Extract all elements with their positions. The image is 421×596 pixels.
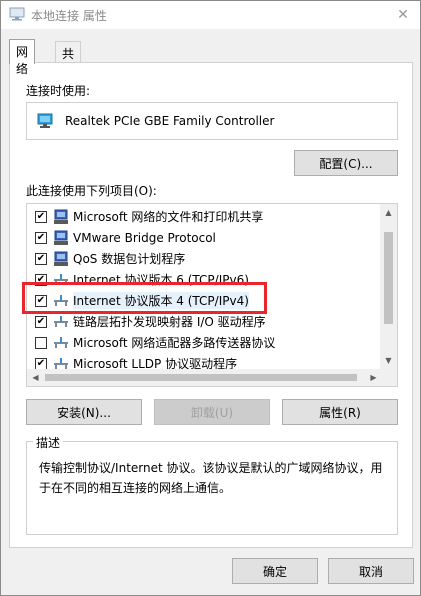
items-label: 此连接使用下列项目(O):: [26, 184, 157, 198]
list-item[interactable]: ✔ Internet 协议版本 6 (TCP/IPv6): [27, 269, 382, 290]
properties-button[interactable]: 属性(R): [282, 399, 398, 425]
network-client-icon: [53, 230, 69, 246]
connect-using-label: 连接时使用:: [26, 84, 91, 98]
item-label: Microsoft 网络适配器多路传送器协议: [73, 336, 276, 350]
protocol-icon: [53, 335, 69, 351]
item-checkbox[interactable]: ✔: [35, 231, 47, 244]
item-checkbox[interactable]: ✔: [35, 252, 47, 265]
tab-network[interactable]: 网络: [9, 39, 36, 76]
list-item[interactable]: Microsoft 网络适配器多路传送器协议: [27, 332, 382, 353]
scroll-down-icon[interactable]: ▼: [380, 352, 397, 369]
item-label: QoS 数据包计划程序: [73, 252, 186, 266]
network-tab-panel: 连接时使用: Realtek PCIe GBE Family Controlle…: [9, 62, 413, 548]
close-icon: ✕: [397, 7, 409, 23]
item-checkbox[interactable]: ✔: [35, 210, 47, 223]
uninstall-button[interactable]: 卸载(U): [154, 399, 270, 425]
close-button[interactable]: ✕: [386, 1, 420, 29]
description-title: 描述: [33, 434, 64, 451]
description-group: 描述 传输控制协议/Internet 协议。该协议是默认的广域网络协议，用于在不…: [26, 434, 398, 535]
list-item[interactable]: ✔ QoS 数据包计划程序: [27, 248, 382, 269]
cancel-button[interactable]: 取消: [328, 558, 414, 584]
item-checkbox[interactable]: [35, 336, 47, 349]
protocol-icon: [53, 293, 69, 309]
title-bar: 本地连接 属性 ✕: [1, 1, 420, 29]
network-adapter-icon: [37, 113, 53, 128]
list-item[interactable]: ✔ Microsoft 网络的文件和打印机共享: [27, 206, 382, 227]
item-label: Microsoft 网络的文件和打印机共享: [73, 210, 264, 224]
tab-sharing[interactable]: 共享: [55, 41, 82, 78]
properties-dialog: 本地连接 属性 ✕ 网络 共享 连接时使用: Realtek PCIe GBE …: [0, 0, 421, 596]
item-checkbox[interactable]: ✔: [35, 294, 47, 307]
window-title: 本地连接 属性: [31, 9, 107, 23]
install-button[interactable]: 安装(N)...: [26, 399, 142, 425]
protocol-icon: [53, 272, 69, 288]
adapter-box: Realtek PCIe GBE Family Controller: [26, 102, 398, 140]
scroll-left-icon[interactable]: ◀: [27, 369, 44, 386]
list-item[interactable]: ✔ VMware Bridge Protocol: [27, 227, 382, 248]
list-item[interactable]: ✔ Internet 协议版本 4 (TCP/IPv4): [27, 290, 382, 311]
horizontal-scroll-thumb[interactable]: [45, 374, 357, 381]
list-item[interactable]: ✔ 链路层拓扑发现映射器 I/O 驱动程序: [27, 311, 382, 332]
vertical-scroll-thumb[interactable]: [384, 232, 393, 324]
item-checkbox[interactable]: ✔: [35, 315, 47, 328]
configure-button[interactable]: 配置(C)...: [294, 150, 398, 176]
ok-button[interactable]: 确定: [232, 558, 318, 584]
scroll-up-icon[interactable]: ▲: [380, 204, 397, 221]
item-label: 链路层拓扑发现映射器 I/O 驱动程序: [73, 315, 266, 329]
items-list-rows: ✔ Microsoft 网络的文件和打印机共享 ✔ VMware Bridge Pro…: [27, 206, 382, 374]
item-label: Internet 协议版本 6 (TCP/IPv6): [73, 273, 249, 287]
item-label: VMware Bridge Protocol: [73, 230, 216, 245]
items-list[interactable]: ✔ Microsoft 网络的文件和打印机共享 ✔ VMware Bridge Pro…: [26, 203, 398, 387]
network-client-icon: [53, 251, 69, 267]
description-text: 传输控制协议/Internet 协议。该协议是默认的广域网络协议，用于在不同的相…: [39, 461, 383, 495]
adapter-name: Realtek PCIe GBE Family Controller: [65, 114, 275, 128]
horizontal-scrollbar[interactable]: ◀ ▶: [27, 369, 382, 386]
protocol-icon: [53, 314, 69, 330]
vertical-scrollbar[interactable]: ▲ ▼: [380, 204, 397, 369]
scrollbar-corner: [380, 369, 397, 386]
item-checkbox[interactable]: ✔: [35, 357, 47, 370]
network-client-icon: [53, 209, 69, 225]
item-checkbox[interactable]: ✔: [35, 273, 47, 286]
item-label: Internet 协议版本 4 (TCP/IPv4): [73, 292, 249, 309]
network-connection-icon: [9, 7, 25, 21]
